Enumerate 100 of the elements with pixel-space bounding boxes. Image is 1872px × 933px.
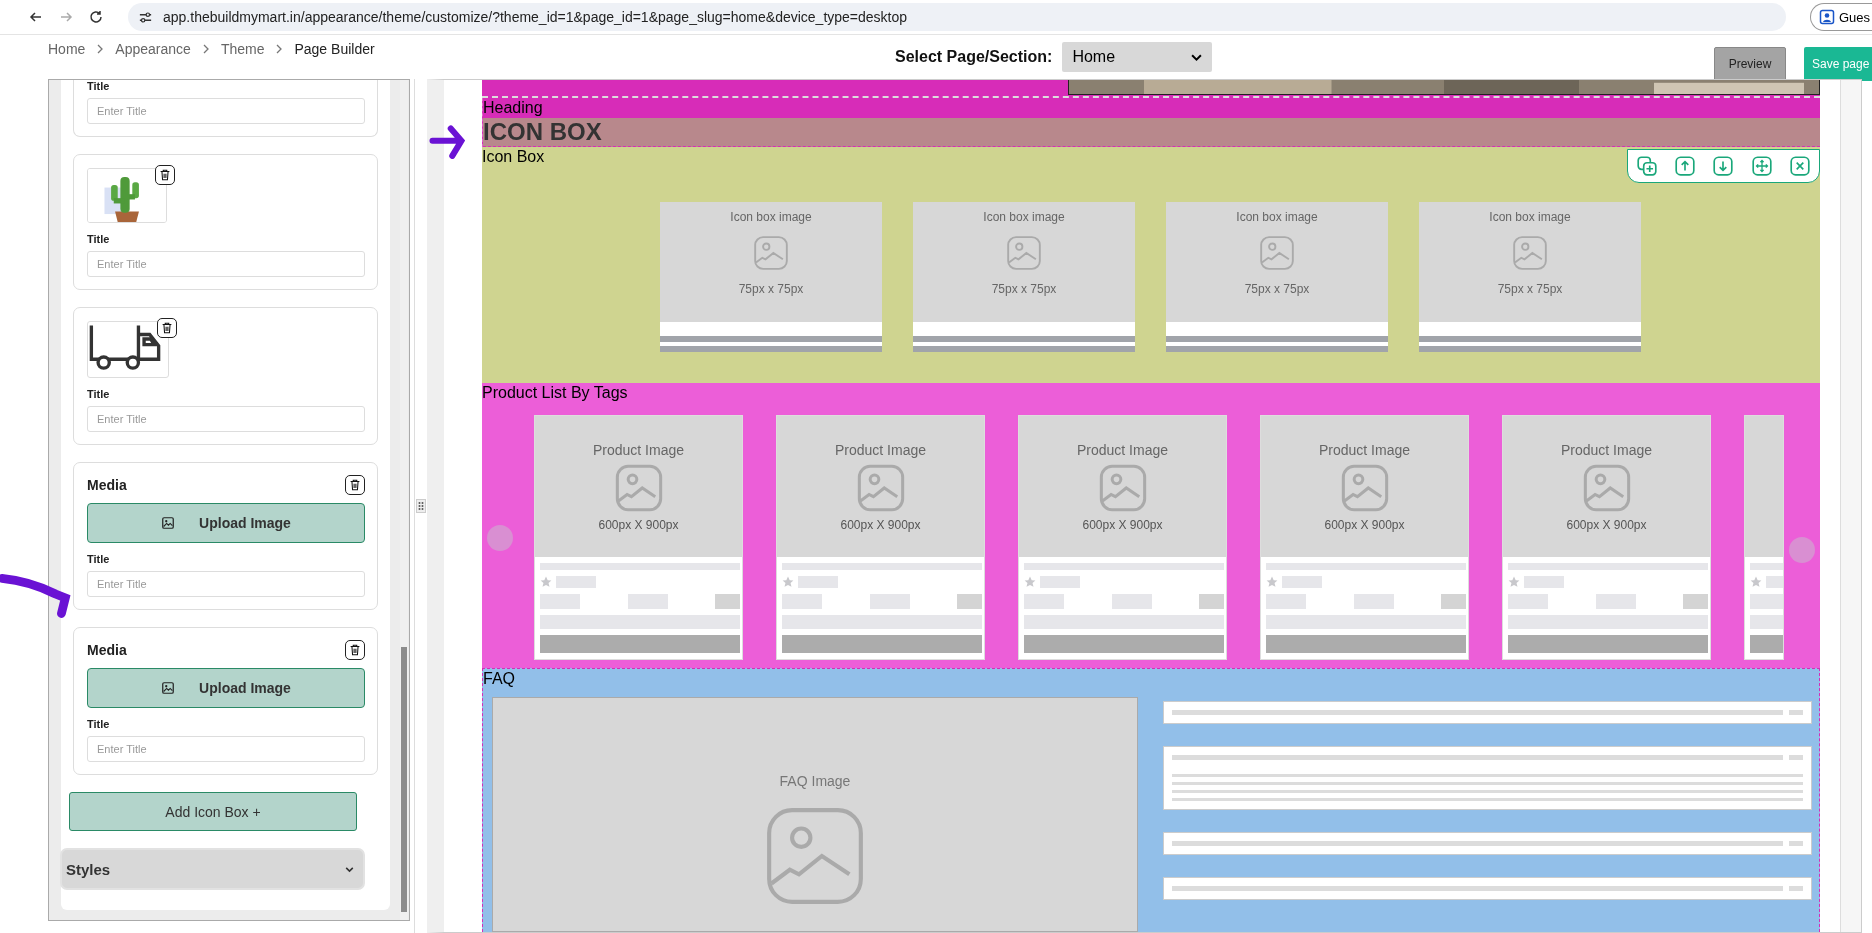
move-up-icon[interactable] [1674, 155, 1697, 177]
title-input[interactable]: Enter Title [87, 571, 365, 597]
skeleton-bar [798, 576, 838, 588]
image-icon [752, 234, 790, 272]
star-icon [1024, 576, 1036, 588]
skeleton-bar [869, 594, 910, 609]
faq-item-placeholder[interactable] [1163, 746, 1812, 810]
placeholder-label: Product Image [1076, 442, 1169, 458]
reload-icon[interactable] [88, 9, 104, 25]
resize-handle[interactable] [415, 499, 426, 513]
skeleton-bar [1524, 576, 1564, 588]
skeleton-bar [1789, 755, 1803, 760]
size-label: 600px X 900px [1082, 518, 1163, 532]
placeholder-label: Product Image [1560, 442, 1653, 458]
placeholder-label: Product Image [592, 442, 685, 458]
faq-item-placeholder[interactable] [1163, 877, 1812, 900]
site-info-icon [138, 9, 153, 25]
breadcrumb-link[interactable]: Appearance [115, 41, 191, 57]
title-input[interactable]: Enter Title [87, 406, 365, 432]
placeholder-label: Icon box image [983, 210, 1065, 224]
section-label: Icon Box [482, 147, 545, 167]
skeleton-bar [1266, 594, 1306, 609]
star-icon [1266, 576, 1278, 588]
skeleton-bar [957, 594, 982, 609]
size-label: 600px X 900px [598, 518, 679, 532]
skeleton-bar [1441, 594, 1466, 609]
star-icon [540, 576, 552, 588]
skeleton-bar [1683, 594, 1708, 609]
title-input[interactable]: Enter Title [87, 736, 365, 762]
skeleton-bar [1508, 594, 1548, 609]
heading-text: ICON BOX [483, 118, 602, 146]
delete-button[interactable] [155, 165, 175, 185]
size-label: 75px x 75px [1244, 282, 1310, 296]
field-label: Title [87, 233, 111, 245]
skeleton-bar [1282, 576, 1322, 588]
star-icon [782, 576, 794, 588]
placeholder-label: Product Image [834, 442, 927, 458]
placeholder-label: FAQ Image [779, 773, 851, 789]
delete-button[interactable] [345, 475, 365, 495]
skeleton-bar [1789, 886, 1803, 891]
page-select[interactable]: Home [1062, 42, 1213, 72]
placeholder-label: Icon box image [1236, 210, 1318, 224]
person-icon [1818, 9, 1835, 25]
move-down-icon[interactable] [1712, 155, 1735, 177]
title-input[interactable]: Enter Title [87, 98, 365, 124]
skeleton-bar [1595, 594, 1636, 609]
size-label: 600px X 900px [840, 518, 921, 532]
skeleton-bar [627, 594, 668, 609]
placeholder-label: Product Image [1318, 442, 1411, 458]
section-label: Product List By Tags [482, 383, 628, 403]
skeleton-bar [1111, 594, 1152, 609]
delete-button[interactable] [157, 318, 177, 338]
close-icon[interactable] [1788, 155, 1811, 177]
upload-image-button[interactable]: Upload Image [87, 668, 365, 708]
size-label: 600px X 900px [1566, 518, 1647, 532]
profile-button[interactable]: Gues [1809, 3, 1872, 31]
trash-icon [160, 321, 174, 335]
faq-item-placeholder[interactable] [1163, 832, 1812, 855]
upload-image-button[interactable]: Upload Image [87, 503, 365, 543]
trash-icon [348, 478, 362, 492]
size-label: 75px x 75px [738, 282, 804, 296]
skeleton-bar [715, 594, 740, 609]
duplicate-icon[interactable] [1636, 155, 1659, 177]
media-heading: Media [87, 642, 127, 658]
trash-icon [158, 168, 172, 182]
star-icon [1508, 576, 1520, 588]
breadcrumb-link[interactable]: Page Builder [294, 41, 375, 57]
image-icon [161, 516, 176, 530]
section-label: FAQ [483, 669, 515, 689]
select-label: Select Page/Section: [895, 48, 1053, 66]
scrollbar-thumb[interactable] [401, 647, 407, 912]
breadcrumb-link[interactable]: Theme [220, 41, 265, 57]
skeleton-bar [1199, 594, 1224, 609]
size-label: 600px X 900px [1324, 518, 1405, 532]
faq-item-placeholder[interactable] [1163, 701, 1812, 724]
skeleton-bar [1789, 710, 1803, 715]
preview-button[interactable]: Preview [1714, 47, 1786, 81]
field-label: Title [87, 80, 111, 92]
skeleton-bar [1040, 576, 1080, 588]
skeleton-bar [556, 576, 596, 588]
add-icon-box-button[interactable]: Add Icon Box + [69, 792, 357, 831]
skeleton-bar [782, 594, 822, 609]
skeleton-bar [1024, 594, 1064, 609]
delete-button[interactable] [345, 640, 365, 660]
image-icon [1511, 234, 1549, 272]
placeholder-label: Icon box image [1489, 210, 1571, 224]
address-bar[interactable]: app.thebuildmymart.in/appearance/theme/customize/?theme_id=1&page_id=1&page_slug=home&device_type=desktop [128, 3, 1786, 31]
skeleton-bar [1750, 594, 1783, 609]
breadcrumb-link[interactable]: Home [48, 41, 86, 57]
drag-icon[interactable] [1750, 155, 1773, 177]
image-icon [1005, 234, 1043, 272]
size-label: 75px x 75px [1497, 282, 1563, 296]
placeholder-label: Icon box image [730, 210, 812, 224]
field-label: Title [87, 718, 111, 730]
section-label: Heading [483, 98, 543, 118]
skeleton-bar [1353, 594, 1394, 609]
field-label: Title [87, 388, 111, 400]
title-input[interactable]: Enter Title [87, 251, 365, 277]
styles-accordion[interactable]: Styles [60, 848, 365, 890]
trash-icon [348, 643, 362, 657]
